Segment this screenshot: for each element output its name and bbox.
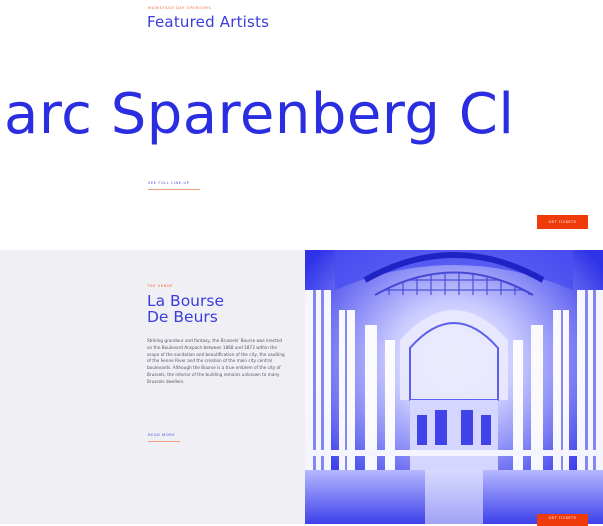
venue-title-line1: La Bourse bbox=[147, 292, 224, 310]
lineup-link-underline bbox=[148, 189, 200, 190]
venue-description: Striking grandeur and fantasy, the Bruss… bbox=[147, 338, 285, 384]
venue-interior-photo bbox=[305, 250, 603, 524]
venue-photo-illustration bbox=[305, 250, 603, 524]
featured-artists-section: MAINSTAGE DAY SPONSORS Featured Artists … bbox=[0, 0, 603, 243]
venue-title-line2: De Beurs bbox=[147, 308, 218, 326]
venue-title: La Bourse De Beurs bbox=[147, 293, 287, 325]
venue-label: THE VENUE bbox=[147, 284, 174, 288]
read-more-underline bbox=[148, 441, 180, 442]
venue-get-tickets-button[interactable]: GET TICKETS bbox=[537, 514, 588, 526]
full-lineup-link[interactable]: SEE FULL LINE-UP bbox=[148, 181, 190, 185]
get-tickets-button[interactable]: GET TICKETS bbox=[537, 215, 588, 229]
featured-eyebrow: MAINSTAGE DAY SPONSORS bbox=[148, 6, 212, 10]
read-more-link[interactable]: READ MORE bbox=[148, 433, 175, 437]
featured-title: Featured Artists bbox=[147, 13, 270, 31]
artist-marquee[interactable]: arc Sparenberg Cl bbox=[4, 85, 514, 145]
